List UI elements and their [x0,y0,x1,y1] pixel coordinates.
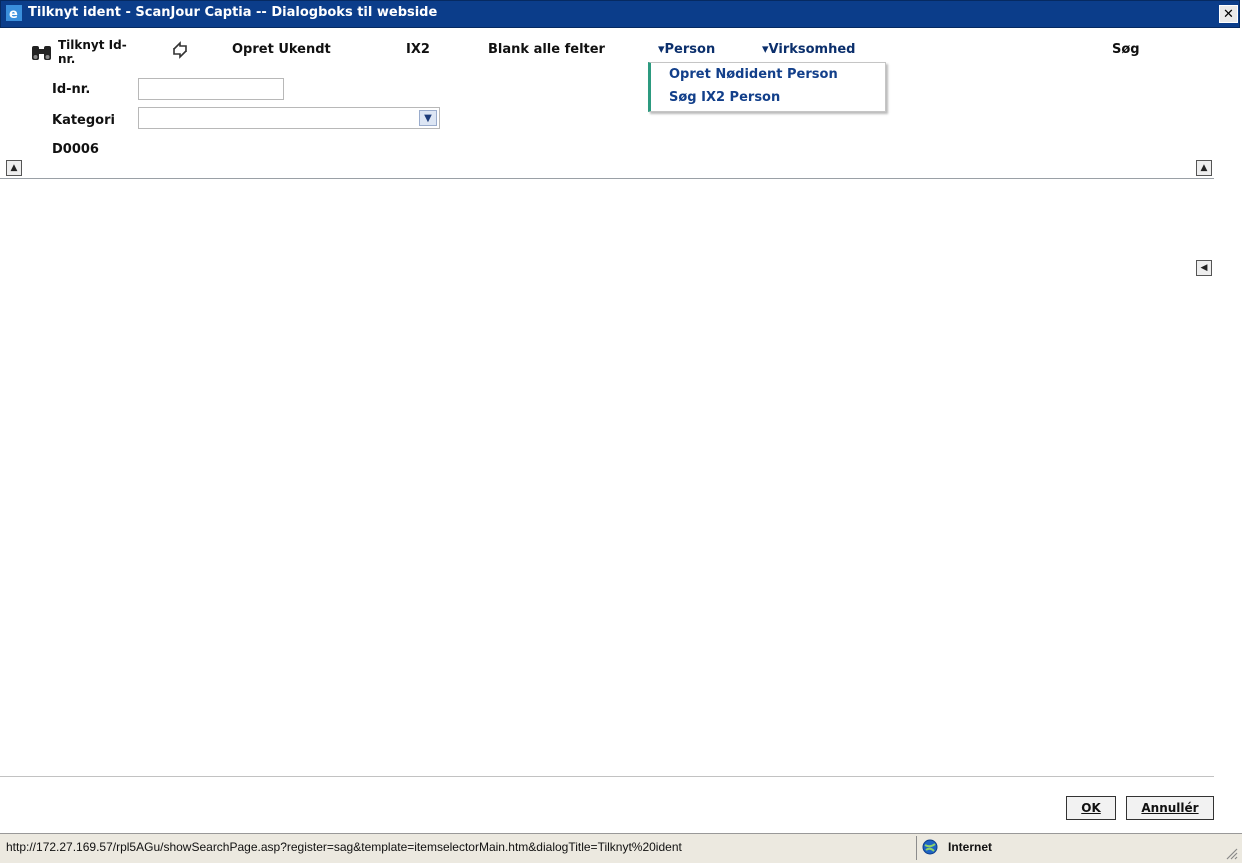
sog-button[interactable]: Søg [1112,42,1140,57]
menu-item-opret-nodident-person[interactable]: Opret Nødident Person [669,67,838,82]
id-nr-label: Id-nr. [52,82,91,97]
globe-icon [922,839,938,855]
person-menu-button[interactable]: ▾Person [658,42,715,57]
ix2-button[interactable]: IX2 [406,42,430,57]
tilknyt-label-line2: nr. [58,52,76,66]
collapse-up-icon[interactable]: ▲ [6,160,22,176]
divider [916,836,917,860]
binoculars-icon[interactable] [30,44,54,62]
opret-ukendt-button[interactable]: Opret Ukendt [232,42,331,57]
person-dropdown-menu: Opret Nødident Person Søg IX2 Person [648,62,886,112]
id-nr-input[interactable] [138,78,284,100]
menu-item-sog-ix2-person[interactable]: Søg IX2 Person [669,90,780,105]
tilknyt-label-line1: Tilknyt Id- [58,38,127,52]
security-zone: Internet [948,840,993,854]
kategori-select[interactable]: ▼ [138,107,440,129]
resize-grip-icon[interactable] [1224,846,1238,860]
chevron-down-icon[interactable]: ▼ [419,110,437,126]
virksomhed-menu-button[interactable]: ▾Virksomhed [762,42,855,57]
divider [0,776,1214,777]
collapse-left-icon[interactable]: ◀ [1196,260,1212,276]
window-title: Tilknyt ident - ScanJour Captia -- Dialo… [28,5,438,20]
divider [0,178,1214,179]
collapse-up-icon[interactable]: ▲ [1196,160,1212,176]
ok-button[interactable]: OK [1066,796,1116,820]
svg-text:e: e [9,7,18,21]
annuller-button[interactable]: Annullér [1126,796,1214,820]
tilknyt-id-button[interactable]: Tilknyt Id- nr. [58,38,127,66]
status-url: http://172.27.169.57/rpl5AGu/showSearchP… [6,840,682,854]
ie-window-icon: e [6,5,22,21]
record-code: D0006 [52,142,99,157]
kategori-label: Kategori [52,113,115,128]
swap-arrows-icon[interactable] [170,40,190,60]
blank-alle-felter-button[interactable]: Blank alle felter [488,42,605,57]
close-button[interactable]: ✕ [1219,5,1238,23]
